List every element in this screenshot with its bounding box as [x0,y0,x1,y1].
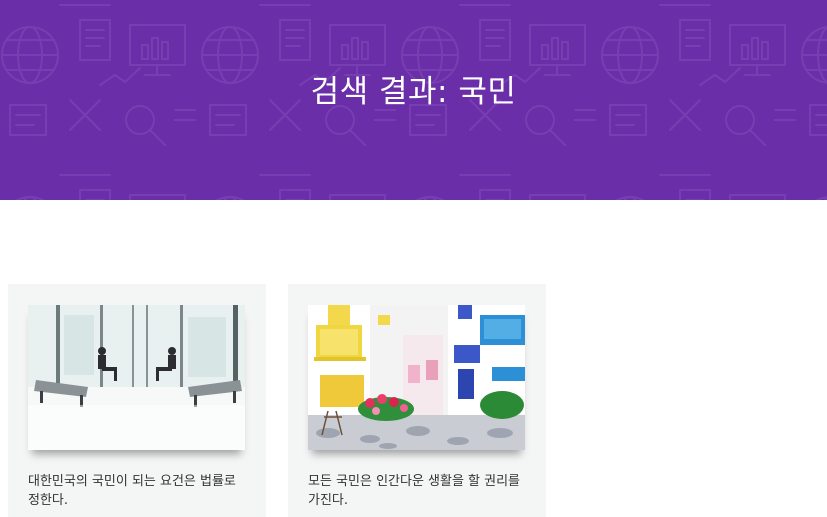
airport-lounge-image [28,305,245,450]
result-card[interactable]: 모든 국민은 인간다운 생활을 할 권리를 가진다. [288,284,546,517]
result-excerpt[interactable]: 모든 국민은 인간다운 생활을 할 권리를 가진다. [308,472,528,510]
search-header: 검색 결과: 국민 [0,0,827,200]
result-thumbnail[interactable] [308,305,525,450]
page-title: 검색 결과: 국민 [310,74,517,110]
result-excerpt[interactable]: 대한민국의 국민이 되는 요건은 법률로 정한다. [28,472,248,510]
result-thumbnail[interactable] [28,305,245,450]
result-card[interactable]: 대한민국의 국민이 되는 요건은 법률로 정한다. [8,284,266,517]
village-street-image [308,305,525,450]
